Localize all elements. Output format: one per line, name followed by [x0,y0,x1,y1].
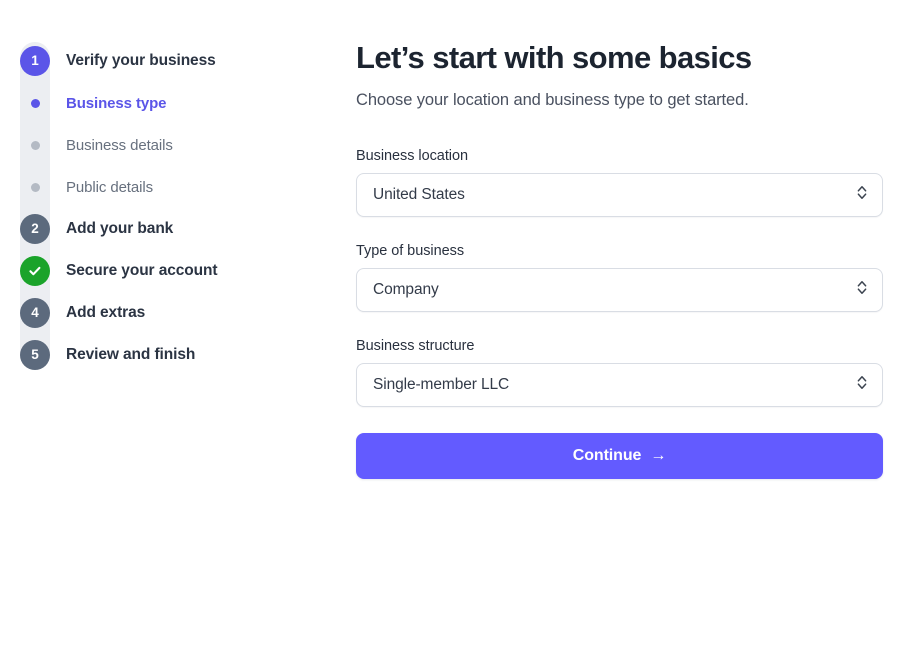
stepper-item-label: Review and finish [66,346,196,363]
stepper-item-add-extras[interactable]: 4 Add extras [0,292,330,334]
stepper-item-verify-your-business[interactable]: 1 Verify your business [0,40,330,82]
form-field: Type of business Company [356,243,883,312]
check-icon [20,256,50,286]
stepper-item-label: Add your bank [66,220,174,237]
select-value: Company [373,280,439,298]
step-number-badge: 2 [20,214,50,244]
business-form: Business location United States Type of bu… [356,148,883,407]
stepper-item-label: Business details [66,136,173,154]
substep-dot-icon [30,140,40,150]
select-type-of-business[interactable]: Company [356,267,883,312]
continue-button[interactable]: Continue → [356,432,883,479]
stepper-item-public-details[interactable]: Public details [0,166,330,208]
stepper-item-label: Secure your account [66,262,218,279]
form-field: Business structure Single-member LLC [356,338,883,407]
substep-dot-icon [30,98,40,108]
stepper-item-secure-your-account[interactable]: Secure your account [0,250,330,292]
field-label: Type of business [356,242,465,259]
onboarding-stepper: 1 Verify your business Business type Busine… [0,0,330,646]
stepper-item-business-details[interactable]: Business details [0,124,330,166]
stepper-item-label: Add extras [66,304,146,321]
main-content: Let’s start with some basics Choose your… [330,0,913,646]
step-number-badge: 4 [20,298,50,328]
field-label: Business structure [356,337,475,354]
stepper-item-add-your-bank[interactable]: 2 Add your bank [0,208,330,250]
form-field: Business location United States [356,148,883,217]
substep-dot-wrap [20,140,50,150]
substep-dot-wrap [20,98,50,108]
stepper-item-review-and-finish[interactable]: 5 Review and finish [0,334,330,376]
page-title: Let’s start with some basics [356,40,752,75]
field-label: Business location [356,147,468,164]
continue-button-label: Continue [572,446,642,464]
substep-dot-wrap [20,182,50,192]
select-value: United States [373,185,465,203]
chevron-updown-icon [856,183,868,206]
stepper-item-label: Public details [66,178,153,196]
arrow-right-icon: → [650,446,667,464]
stepper-list: 1 Verify your business Business type Busine… [0,40,330,376]
stepper-item-business-type[interactable]: Business type [0,82,330,124]
onboarding-page: 1 Verify your business Business type Busine… [0,0,913,646]
select-value: Single-member LLC [373,375,510,393]
step-number-badge: 5 [20,340,50,370]
substep-dot-icon [30,182,40,192]
select-business-location[interactable]: United States [356,172,883,217]
step-number-badge: 1 [20,46,50,76]
select-business-structure[interactable]: Single-member LLC [356,362,883,407]
stepper-item-label: Business type [66,94,167,112]
page-subtitle: Choose your location and business type t… [356,90,749,109]
chevron-updown-icon [856,373,868,396]
chevron-updown-icon [856,278,868,301]
stepper-item-label: Verify your business [66,52,216,69]
